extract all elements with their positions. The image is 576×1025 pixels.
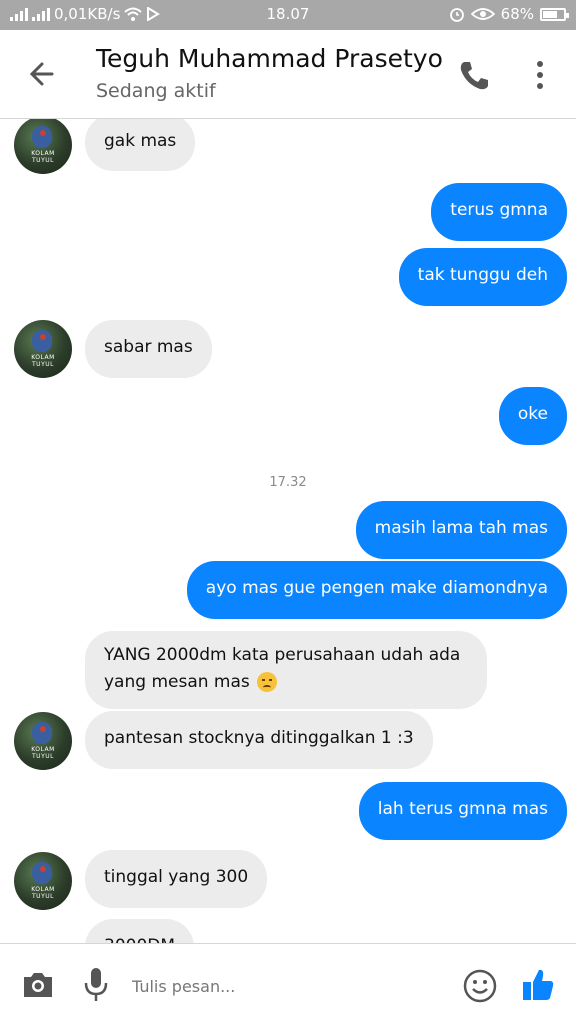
battery-fill xyxy=(543,10,557,18)
battery-percent: 68% xyxy=(500,5,534,23)
emoji-icon[interactable] xyxy=(462,968,498,1004)
incoming-message[interactable]: sabar mas xyxy=(85,320,212,378)
avatar[interactable]: KOLAM TUYUL xyxy=(14,119,72,174)
status-right: 68% xyxy=(449,5,569,23)
battery-icon xyxy=(540,7,569,21)
message-line: YANG 2000dm kata perusahaan udah ada xyxy=(104,645,461,665)
message-line-2: yang mesan mas xyxy=(104,669,468,696)
incoming-message[interactable]: tinggal yang 300 xyxy=(85,850,268,908)
avatar[interactable]: KOLAM TUYUL xyxy=(14,320,72,378)
more-icon[interactable] xyxy=(522,54,558,96)
eye-icon xyxy=(470,8,495,20)
outgoing-message[interactable]: lah terus gmna mas xyxy=(358,782,567,840)
outgoing-message[interactable]: tak tunggu deh xyxy=(398,248,567,306)
outgoing-message[interactable]: masih lama tah mas xyxy=(355,501,567,559)
alarm-icon xyxy=(449,8,464,22)
outgoing-message[interactable]: oke xyxy=(498,387,567,445)
incoming-message[interactable]: gak mas xyxy=(85,119,196,171)
avatar[interactable]: KOLAM TUYUL xyxy=(14,852,72,910)
camera-icon[interactable] xyxy=(20,968,56,1002)
back-arrow-icon[interactable] xyxy=(22,54,66,94)
outgoing-message[interactable]: terus gmna xyxy=(431,183,567,241)
contact-name[interactable]: Teguh Muhammad Prasetyo xyxy=(96,44,443,73)
sad-face-emoji xyxy=(257,672,278,692)
message-line: yang mesan mas xyxy=(104,672,250,692)
incoming-message[interactable]: pantesan stocknya ditinggalkan 1 :3 xyxy=(85,711,433,769)
message-list[interactable]: KOLAM TUYUL gak mas terus gmna tak tungg… xyxy=(0,119,576,943)
outgoing-message[interactable]: ayo mas gue pengen make diamondnya xyxy=(186,561,567,619)
incoming-message[interactable]: 3000DM xyxy=(85,919,195,943)
conversation-header: Teguh Muhammad Prasetyo Sedang aktif xyxy=(0,30,576,119)
message-input[interactable] xyxy=(130,968,454,1004)
thumbs-up-icon[interactable] xyxy=(520,966,556,1004)
active-status: Sedang aktif xyxy=(96,80,216,102)
message-timestamp: 17.32 xyxy=(269,475,307,490)
avatar[interactable]: KOLAM TUYUL xyxy=(14,712,72,770)
status-bar: 0,01KB/s 18.07 68% xyxy=(0,0,576,30)
message-composer xyxy=(0,943,576,1025)
phone-icon[interactable] xyxy=(452,54,496,96)
incoming-message-multiline[interactable]: YANG 2000dm kata perusahaan udah ada yan… xyxy=(85,631,487,709)
microphone-icon[interactable] xyxy=(82,966,110,1004)
